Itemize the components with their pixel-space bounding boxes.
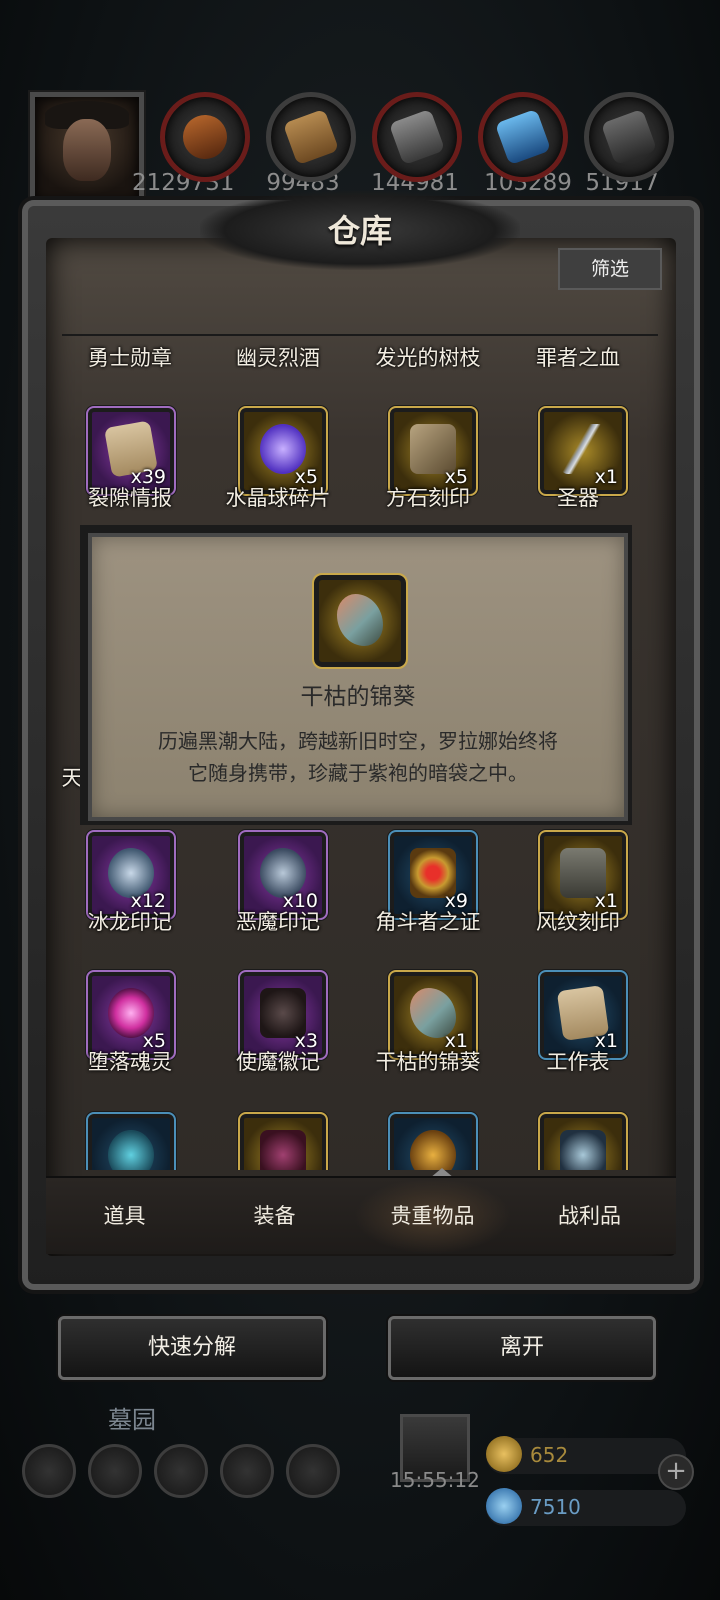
add-currency-button[interactable]: + <box>658 1454 694 1490</box>
face-icon <box>63 119 111 181</box>
item-slot[interactable] <box>238 1112 328 1170</box>
gem-value: 7510 <box>530 1495 581 1519</box>
item-label: 水晶球碎片 <box>225 486 331 510</box>
item-label: 裂隙情报 <box>88 486 172 510</box>
item-label: 发光的树枝 <box>375 346 481 370</box>
gem-icon <box>486 1488 522 1524</box>
item-label: 冰龙印记 <box>88 910 172 934</box>
dark-gem-icon <box>260 1130 306 1170</box>
hero-avatar[interactable] <box>30 92 144 206</box>
tooltip-item-slot <box>312 573 408 669</box>
gold-orb-icon <box>410 1130 456 1170</box>
settings-nav-icon[interactable] <box>22 1444 76 1498</box>
quick-dismantle-button[interactable]: 快速分解 <box>58 1316 326 1380</box>
tooltip-description-line: 历遍黑潮大陆，跨越新旧时空，罗拉娜始终将 <box>158 729 558 753</box>
leave-button[interactable]: 离开 <box>388 1316 656 1380</box>
page-title: 仓库 <box>327 212 392 250</box>
sparkle-icon <box>560 1130 606 1170</box>
tooltip-description-line: 它随身携带，珍藏于紫袍的暗袋之中。 <box>188 761 528 785</box>
item-label: 幽灵烈酒 <box>236 346 320 370</box>
item-label: 勇士勋章 <box>88 346 172 370</box>
gold-value: 652 <box>530 1443 569 1467</box>
tooltip-item-name: 干枯的锦葵 <box>300 684 416 710</box>
tab-loot[interactable]: 战利品 <box>511 1178 668 1254</box>
tab-valuables[interactable]: 贵重物品 <box>354 1178 511 1254</box>
crystal-icon[interactable] <box>478 92 568 182</box>
spirit-flame-icon <box>108 1130 154 1170</box>
item-slot[interactable] <box>86 1112 176 1170</box>
filter-button[interactable]: 筛选 <box>558 248 662 290</box>
item-slot[interactable] <box>388 1112 478 1170</box>
compass-nav-icon[interactable] <box>88 1444 142 1498</box>
gate-nav-icon[interactable] <box>154 1444 208 1498</box>
category-tabs: 道具 装备 贵重物品 战利品 <box>46 1176 676 1254</box>
item-label: 方石刻印 <box>386 486 470 510</box>
gold-coin-icon <box>486 1436 522 1472</box>
gift-timer: 15:55:12 <box>390 1468 480 1492</box>
book-nav-icon[interactable] <box>220 1444 274 1498</box>
item-label: 圣器 <box>557 486 599 510</box>
item-label: 风纹刻印 <box>536 910 620 934</box>
item-label: 角斗者之证 <box>375 910 481 934</box>
item-label: 工作表 <box>546 1050 610 1074</box>
item-label: 恶魔印记 <box>236 910 320 934</box>
item-label: 罪者之血 <box>536 346 620 370</box>
ore-pot-icon[interactable] <box>160 92 250 182</box>
area-name: 墓园 <box>108 1406 156 1434</box>
gold-counter: 652 <box>486 1436 686 1474</box>
tab-items[interactable]: 道具 <box>46 1178 203 1254</box>
item-tooltip: 干枯的锦葵 历遍黑潮大陆，跨越新旧时空，罗拉娜始终将 它随身携带，珍藏于紫袍的暗… <box>88 533 628 821</box>
gem-counter: 7510 <box>486 1488 686 1526</box>
wood-planks-icon[interactable] <box>266 92 356 182</box>
metal-plates-icon[interactable] <box>584 92 674 182</box>
handshake-nav-icon[interactable] <box>286 1444 340 1498</box>
item-slot[interactable] <box>538 1112 628 1170</box>
tab-equipment[interactable]: 装备 <box>196 1178 353 1254</box>
item-label: 堕落魂灵 <box>88 1050 172 1074</box>
item-label: 干枯的锦葵 <box>375 1050 481 1074</box>
iron-ingots-icon[interactable] <box>372 92 462 182</box>
dried-mallow-icon <box>337 594 383 646</box>
item-label: 使魔徽记 <box>236 1050 320 1074</box>
tooltip-description: 历遍黑潮大陆，跨越新旧时空，罗拉娜始终将 它随身携带，珍藏于紫袍的暗袋之中。 <box>122 725 594 789</box>
